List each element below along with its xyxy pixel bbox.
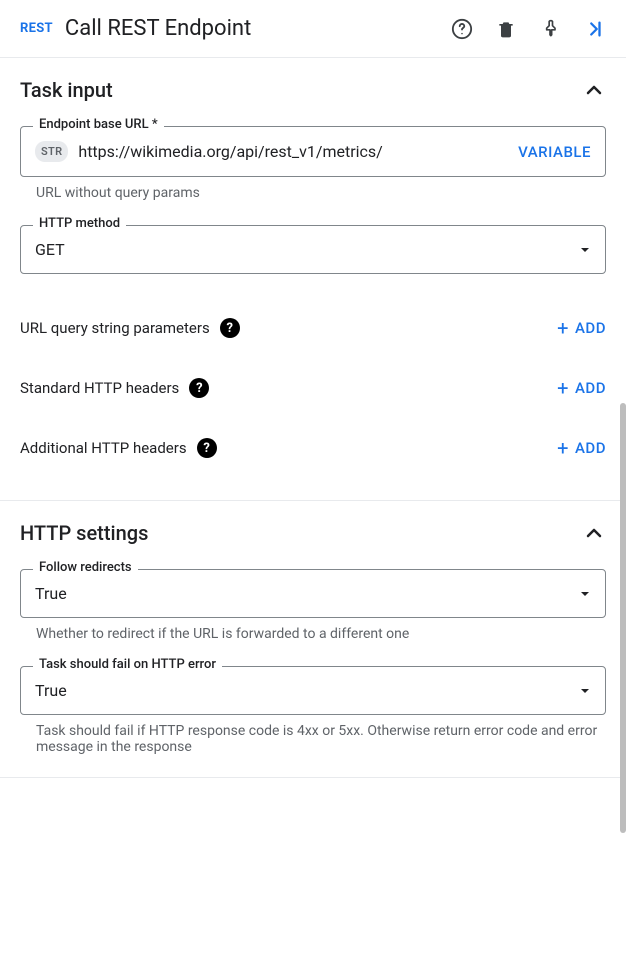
add-additional-header-button[interactable]: + ADD	[557, 438, 606, 458]
str-type-badge: STR	[35, 141, 68, 162]
endpoint-url-input[interactable]	[78, 142, 508, 161]
task-input-toggle[interactable]: Task input	[20, 78, 606, 102]
task-input-section: Task input Endpoint base URL * STR VARIA…	[0, 58, 626, 501]
follow-redirects-label: Follow redirects	[33, 560, 138, 575]
chevron-up-icon	[582, 521, 606, 545]
additional-headers-label: Additional HTTP headers	[20, 439, 187, 457]
caret-down-icon	[579, 588, 591, 600]
panel-header: REST Call REST Endpoint	[0, 0, 626, 58]
add-label: ADD	[575, 439, 606, 457]
caret-down-icon	[579, 685, 591, 697]
endpoint-url-field-group: Endpoint base URL * STR VARIABLE URL wit…	[20, 126, 606, 201]
query-params-label: URL query string parameters	[20, 319, 210, 337]
follow-redirects-value: True	[35, 584, 67, 603]
endpoint-url-label: Endpoint base URL *	[33, 117, 164, 132]
standard-headers-label: Standard HTTP headers	[20, 379, 179, 397]
rest-badge: REST	[20, 21, 53, 36]
add-label: ADD	[575, 379, 606, 397]
panel-title: Call REST Endpoint	[65, 16, 438, 41]
plus-icon: +	[557, 378, 569, 398]
fail-on-error-select[interactable]: True	[21, 667, 605, 714]
http-method-field-group: HTTP method GET	[20, 225, 606, 274]
query-params-row: URL query string parameters ? + ADD	[20, 298, 606, 358]
plus-icon: +	[557, 318, 569, 338]
help-icon[interactable]: ?	[189, 378, 209, 398]
delete-icon[interactable]	[494, 17, 518, 41]
add-standard-header-button[interactable]: + ADD	[557, 378, 606, 398]
help-icon[interactable]: ?	[220, 318, 240, 338]
pin-icon[interactable]	[538, 17, 562, 41]
follow-redirects-helper: Whether to redirect if the URL is forwar…	[36, 626, 606, 642]
http-settings-section: HTTP settings Follow redirects True Wh	[0, 501, 626, 778]
scrollbar[interactable]	[620, 403, 626, 833]
fail-on-error-label: Task should fail on HTTP error	[33, 657, 222, 672]
add-label: ADD	[575, 319, 606, 337]
plus-icon: +	[557, 438, 569, 458]
fail-on-error-field-group: Task should fail on HTTP error True Task…	[20, 666, 606, 755]
additional-headers-row: Additional HTTP headers ? + ADD	[20, 418, 606, 478]
task-input-title: Task input	[20, 78, 113, 102]
variable-button[interactable]: VARIABLE	[518, 143, 591, 161]
help-icon[interactable]	[450, 17, 474, 41]
http-method-select[interactable]: GET	[21, 226, 605, 273]
chevron-up-icon	[582, 78, 606, 102]
collapse-panel-icon[interactable]	[582, 17, 606, 41]
http-settings-toggle[interactable]: HTTP settings	[20, 521, 606, 545]
http-settings-title: HTTP settings	[20, 521, 148, 545]
follow-redirects-select[interactable]: True	[21, 570, 605, 617]
fail-on-error-value: True	[35, 681, 67, 700]
http-method-label: HTTP method	[33, 216, 126, 231]
follow-redirects-field-group: Follow redirects True Whether to redirec…	[20, 569, 606, 642]
caret-down-icon	[579, 244, 591, 256]
help-icon[interactable]: ?	[197, 438, 217, 458]
endpoint-url-helper: URL without query params	[36, 185, 606, 201]
standard-headers-row: Standard HTTP headers ? + ADD	[20, 358, 606, 418]
http-method-value: GET	[35, 240, 65, 259]
add-query-param-button[interactable]: + ADD	[557, 318, 606, 338]
fail-on-error-helper: Task should fail if HTTP response code i…	[36, 723, 606, 755]
